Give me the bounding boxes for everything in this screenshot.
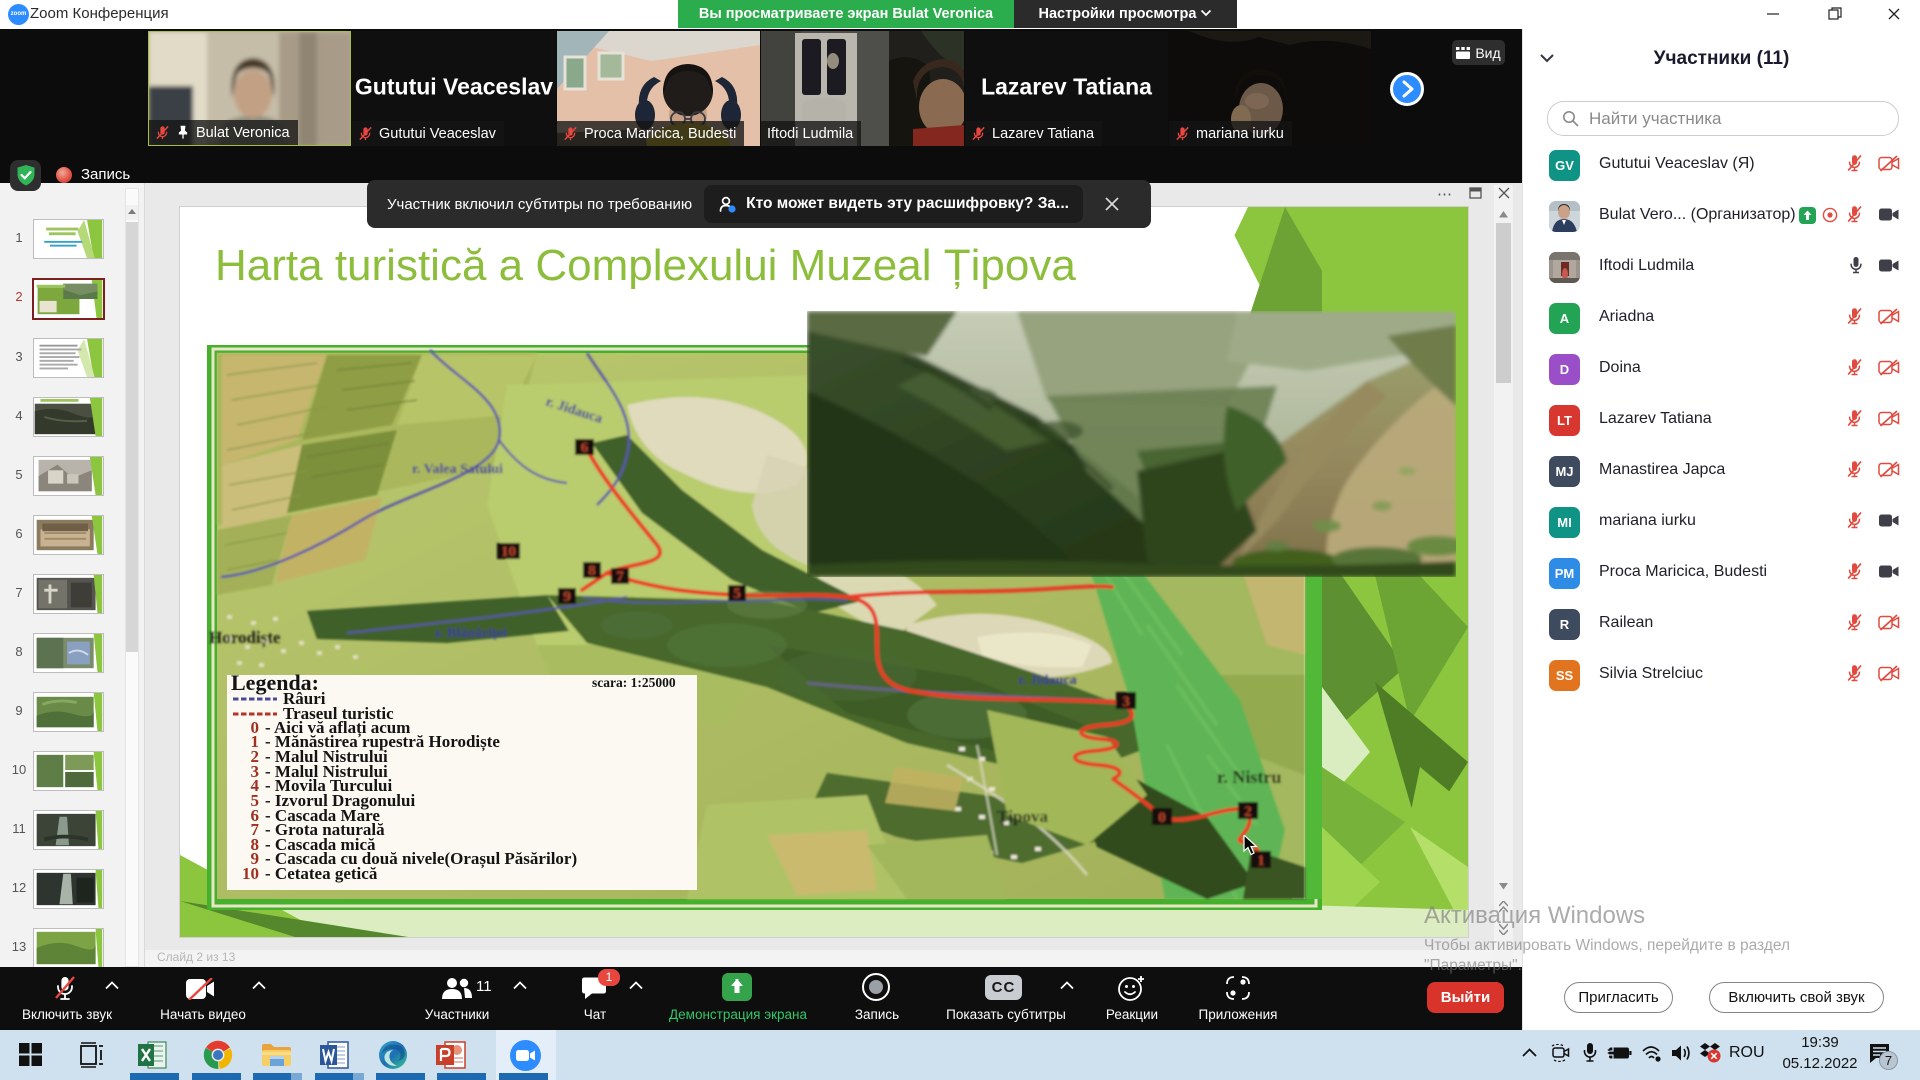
svg-text:2: 2 — [1244, 804, 1252, 820]
svg-text:7: 7 — [616, 569, 624, 585]
svg-text:0: 0 — [1158, 810, 1166, 826]
svg-text:- Cetatea getică: - Cetatea getică — [265, 864, 378, 883]
svg-text:3: 3 — [1122, 694, 1130, 710]
svg-text:6: 6 — [581, 440, 589, 456]
svg-text:r. Nistru: r. Nistru — [1217, 767, 1281, 787]
svg-text:r. Jidauca: r. Jidauca — [1018, 673, 1077, 688]
svg-text:8: 8 — [588, 563, 596, 579]
svg-text:Țipova: Țipova — [997, 807, 1049, 827]
svg-text:r. Valea Satului: r. Valea Satului — [412, 462, 503, 477]
svg-text:10: 10 — [242, 864, 259, 883]
svg-text:r. Blănăriței: r. Blănăriței — [435, 626, 507, 641]
svg-text:scara: 1:25000: scara: 1:25000 — [592, 675, 676, 690]
svg-text:1: 1 — [1257, 853, 1265, 869]
svg-text:Horodiște: Horodiște — [209, 628, 281, 648]
svg-text:5: 5 — [733, 586, 741, 602]
svg-text:9: 9 — [563, 589, 571, 605]
svg-text:10: 10 — [501, 544, 516, 560]
